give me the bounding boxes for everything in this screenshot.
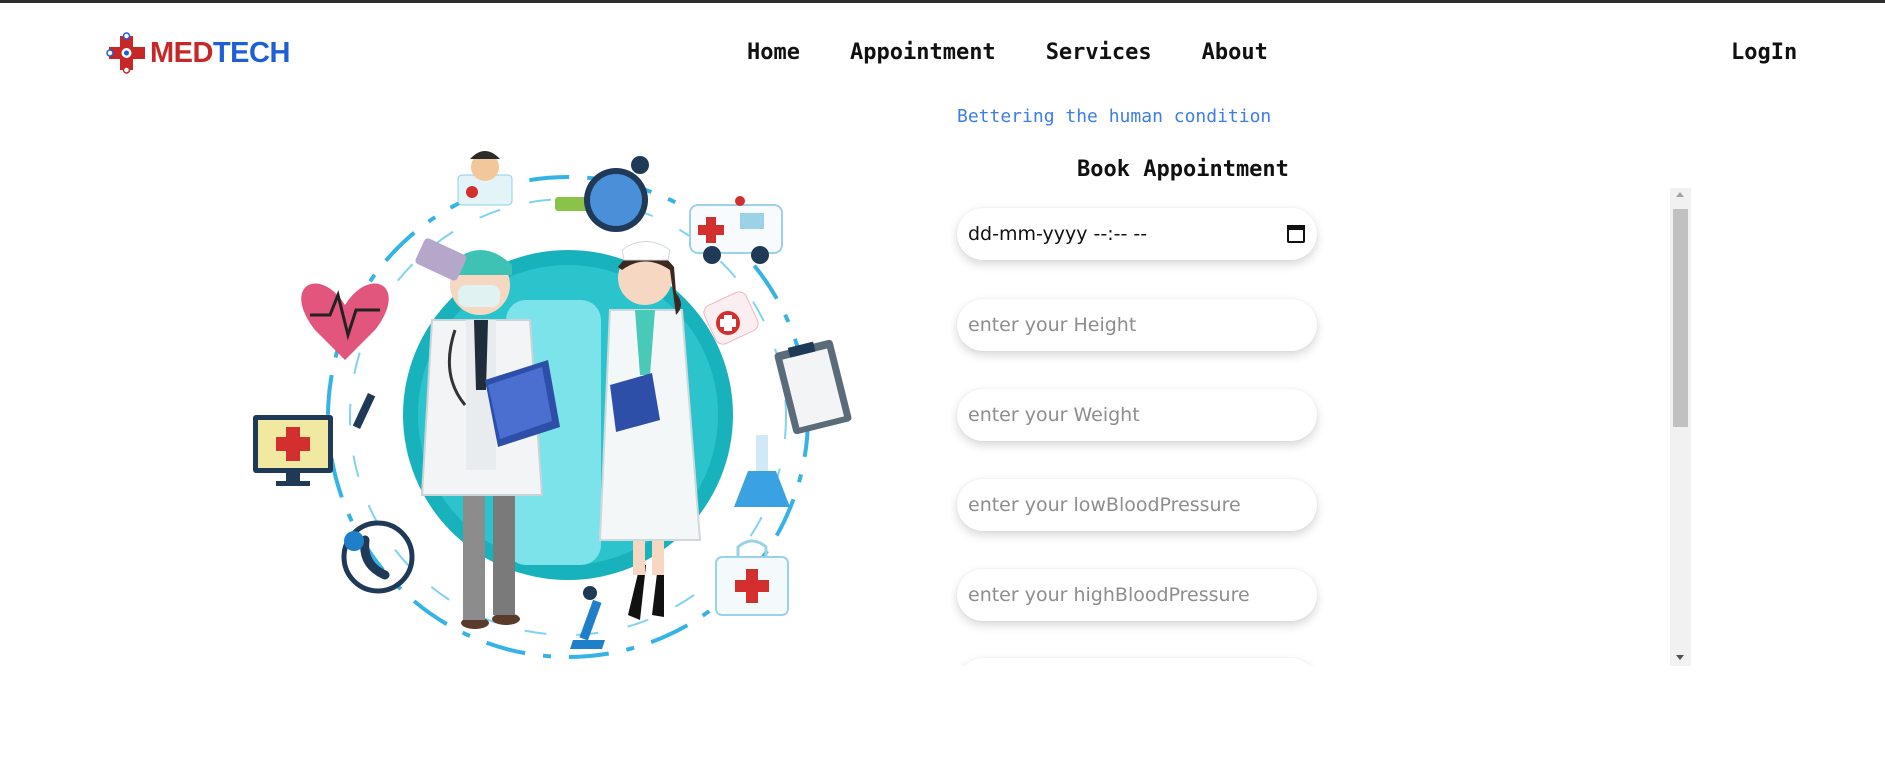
calendar-icon[interactable] xyxy=(1287,225,1305,243)
nav-appointment[interactable]: Appointment xyxy=(850,40,996,65)
medtech-logo[interactable]: MEDTECH xyxy=(104,32,296,74)
magnifier-icon xyxy=(555,156,649,232)
microscope-icon xyxy=(570,586,605,649)
logo-text-med: MED xyxy=(150,36,213,69)
next-field-partial[interactable] xyxy=(957,658,1317,666)
high-blood-pressure-input[interactable] xyxy=(968,584,1268,606)
doctor-avatar-icon xyxy=(457,151,513,206)
syringe-icon xyxy=(352,392,376,430)
logo-text-tech: TECH xyxy=(212,36,290,69)
form-title: Book Appointment xyxy=(1077,157,1289,182)
scroll-down-arrow-icon[interactable] xyxy=(1676,655,1684,660)
low-bp-field xyxy=(957,479,1317,531)
medical-staff-illustration xyxy=(253,151,852,659)
high-bp-field xyxy=(957,569,1317,621)
appointment-form: dd-mm-yyyy --:-- -- xyxy=(950,188,1692,666)
ambulance-icon xyxy=(689,196,783,264)
scroll-up-arrow-icon[interactable] xyxy=(1676,192,1684,197)
monitor-icon xyxy=(253,415,333,486)
logo-medical-cross-icon xyxy=(106,32,145,74)
nav-home[interactable]: Home xyxy=(747,40,800,65)
form-scrollbar[interactable] xyxy=(1670,188,1691,666)
top-border xyxy=(0,0,1885,3)
scroll-thumb[interactable] xyxy=(1673,209,1688,427)
heart-icon xyxy=(301,283,389,360)
weight-field xyxy=(957,389,1317,441)
nav-services[interactable]: Services xyxy=(1046,40,1152,65)
tagline: Bettering the human condition xyxy=(957,106,1272,127)
first-aid-kit-icon xyxy=(715,539,789,616)
logo-text: MEDTECH xyxy=(150,36,290,69)
height-field xyxy=(957,299,1317,351)
low-blood-pressure-input[interactable] xyxy=(968,494,1268,516)
login-link[interactable]: LogIn xyxy=(1731,40,1797,65)
datetime-value: dd-mm-yyyy --:-- -- xyxy=(968,223,1148,245)
height-input[interactable] xyxy=(968,314,1268,336)
main-nav: Home Appointment Services About xyxy=(747,40,1318,65)
datetime-field[interactable]: dd-mm-yyyy --:-- -- xyxy=(957,208,1317,260)
nav-about[interactable]: About xyxy=(1202,40,1268,65)
flask-icon xyxy=(734,435,790,507)
weight-input[interactable] xyxy=(968,404,1268,426)
